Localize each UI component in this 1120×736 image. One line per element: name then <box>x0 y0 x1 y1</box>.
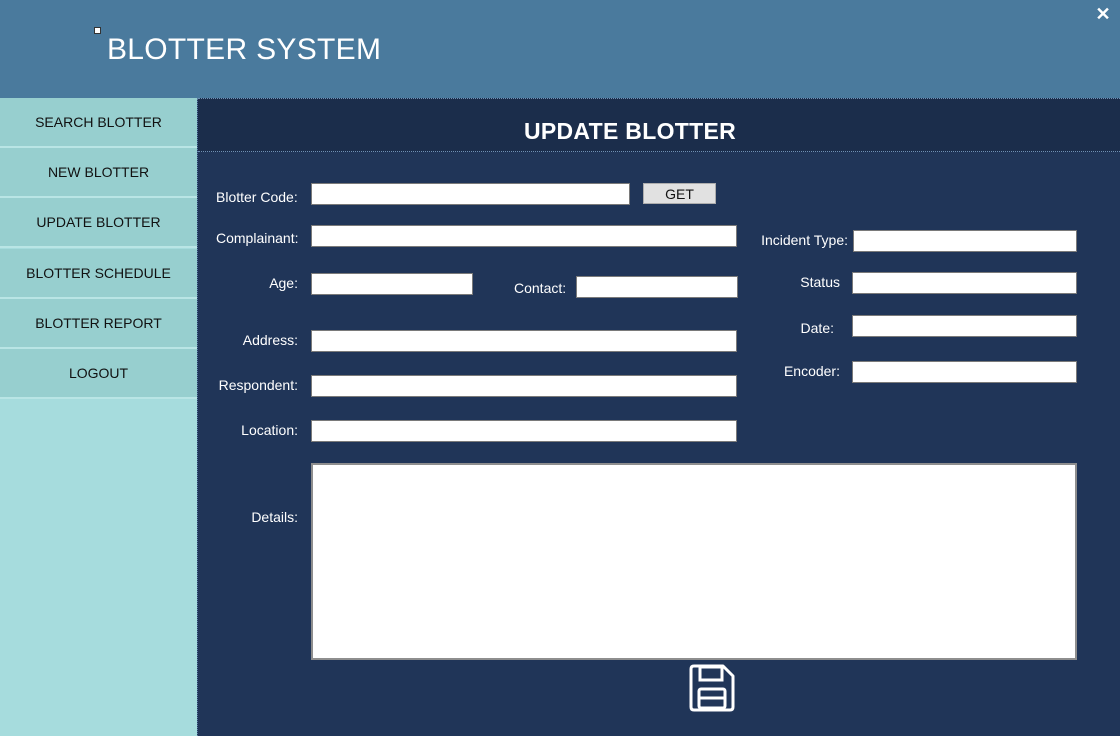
sidebar-item-search-blotter[interactable]: SEARCH BLOTTER <box>0 98 197 148</box>
floppy-disk-icon <box>689 664 735 712</box>
complainant-input[interactable] <box>311 225 737 247</box>
blotter-code-label: Blotter Code: <box>216 189 298 205</box>
main-header: UPDATE BLOTTER <box>198 98 1120 152</box>
age-input[interactable] <box>311 273 473 295</box>
address-input[interactable] <box>311 330 737 352</box>
age-label: Age: <box>269 275 298 291</box>
encoder-label: Encoder: <box>783 363 840 379</box>
status-label: Status <box>800 274 840 290</box>
blotter-code-input[interactable] <box>311 183 630 205</box>
app-header: BLOTTER SYSTEM ✕ <box>0 0 1120 98</box>
sidebar-item-blotter-schedule[interactable]: BLOTTER SCHEDULE <box>0 249 197 299</box>
encoder-input[interactable] <box>852 361 1077 383</box>
save-button[interactable] <box>689 664 735 712</box>
status-input[interactable] <box>852 272 1077 294</box>
complainant-label: Complainant: <box>216 230 299 246</box>
page-title: UPDATE BLOTTER <box>523 118 737 144</box>
contact-label: Contact: <box>514 280 567 296</box>
sidebar-item-logout[interactable]: LOGOUT <box>0 349 197 399</box>
sidebar-item-update-blotter[interactable]: UPDATE BLOTTER <box>0 198 197 248</box>
resize-handle[interactable] <box>94 27 101 34</box>
get-button[interactable]: GET <box>643 183 716 204</box>
details-label: Details: <box>251 509 298 525</box>
date-input[interactable] <box>852 315 1077 337</box>
sidebar-item-blotter-report[interactable]: BLOTTER REPORT <box>0 299 197 349</box>
close-button[interactable]: ✕ <box>1093 4 1113 24</box>
address-label: Address: <box>242 332 298 348</box>
sidebar-item-new-blotter[interactable]: NEW BLOTTER <box>0 148 197 198</box>
location-label: Location: <box>241 422 298 438</box>
incident-type-input[interactable] <box>853 230 1077 252</box>
sidebar: SEARCH BLOTTER NEW BLOTTER UPDATE BLOTTE… <box>0 98 197 736</box>
incident-type-label: Incident Type: <box>761 232 848 248</box>
location-input[interactable] <box>311 420 737 442</box>
details-textarea[interactable] <box>311 463 1077 660</box>
respondent-label: Respondent: <box>218 377 298 393</box>
app-title: BLOTTER SYSTEM <box>107 33 382 66</box>
respondent-input[interactable] <box>311 375 737 397</box>
contact-input[interactable] <box>576 276 738 298</box>
date-label: Date: <box>800 320 834 336</box>
